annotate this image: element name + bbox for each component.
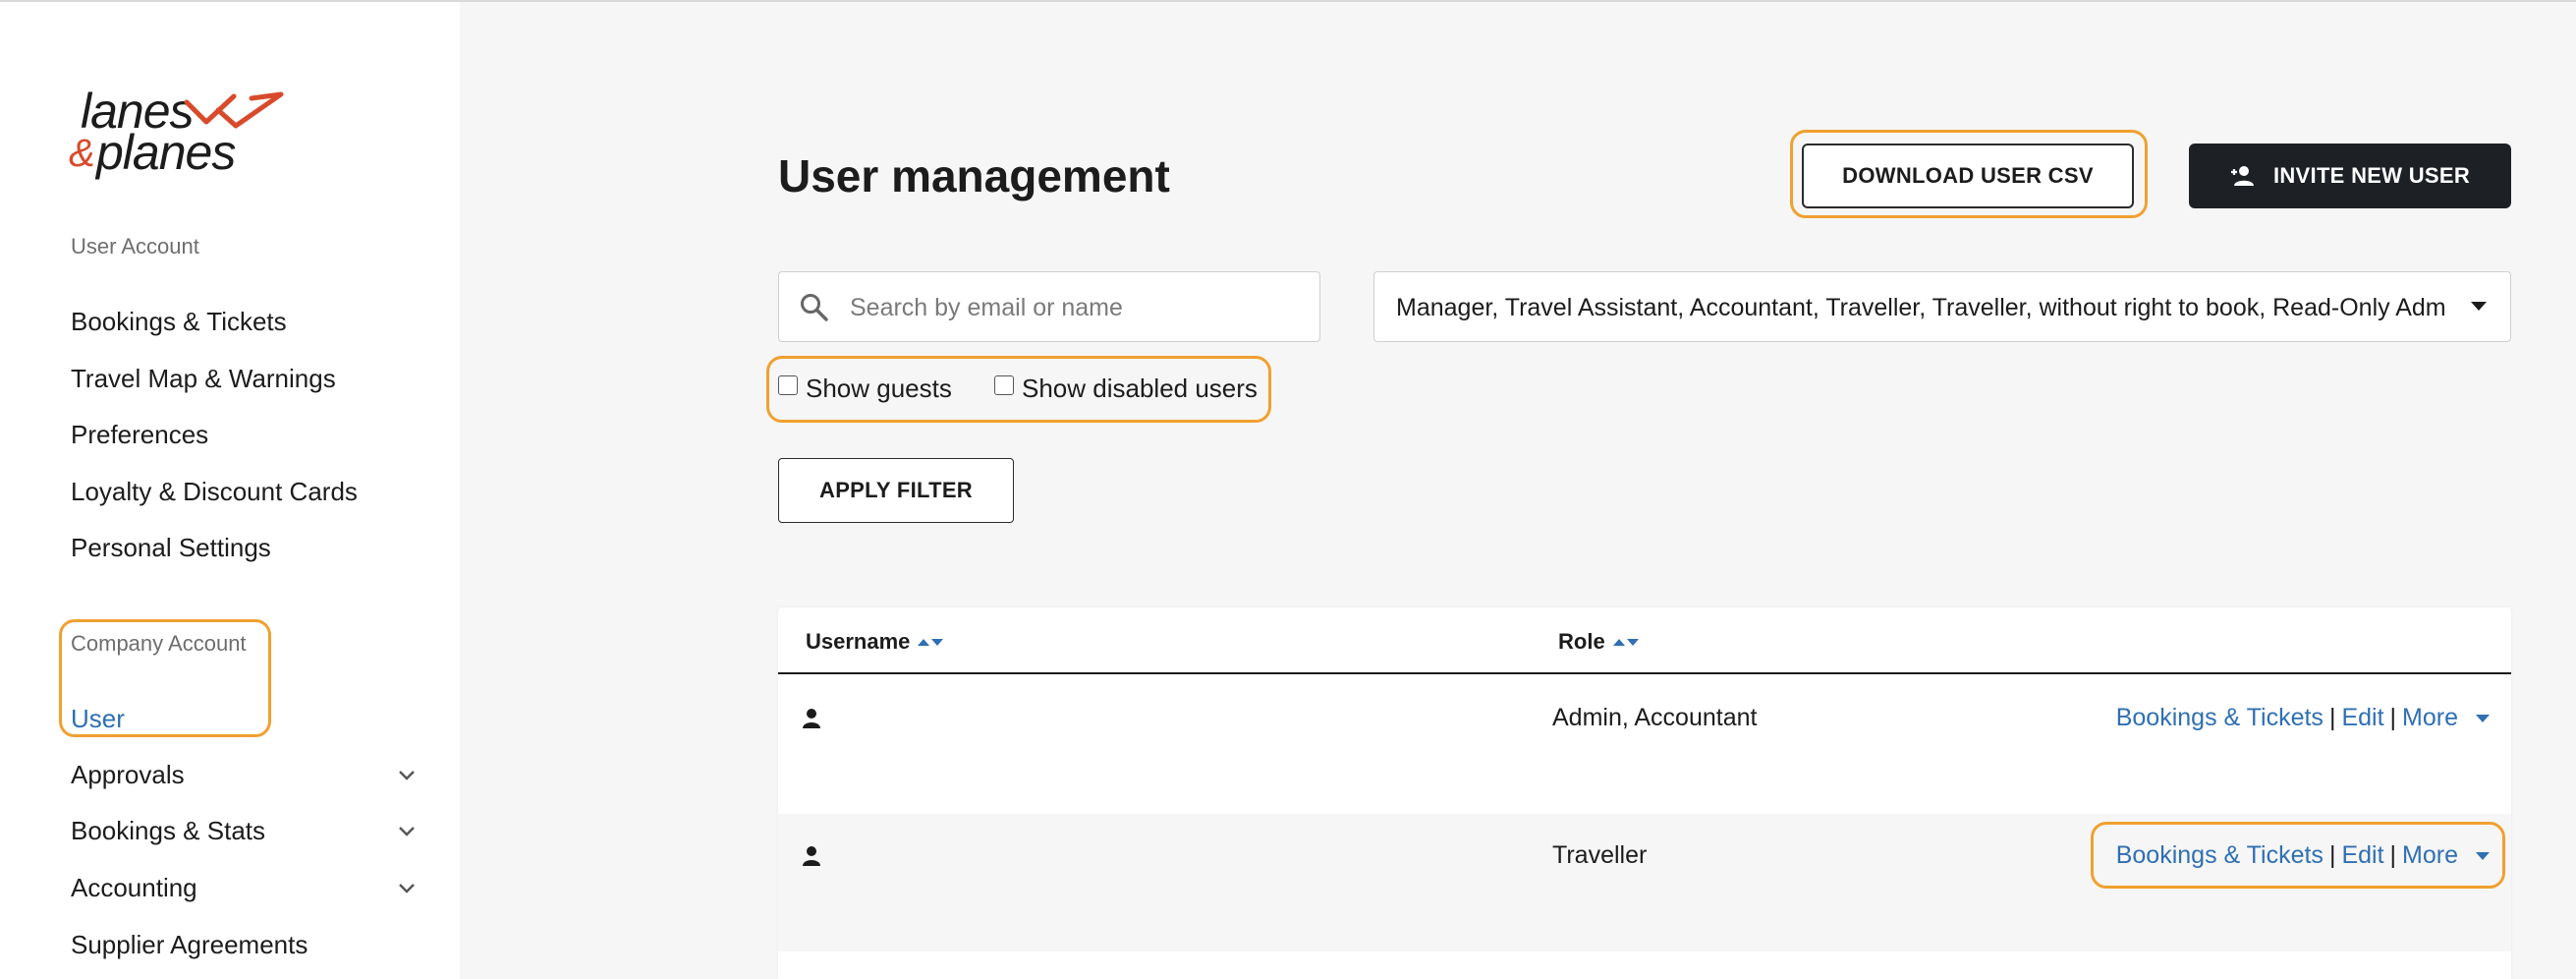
sidebar-item-personal-settings[interactable]: Personal Settings (71, 533, 271, 563)
search-input[interactable] (850, 286, 1302, 329)
person-add-icon (2230, 166, 2254, 186)
sidebar-item-loyalty-cards[interactable]: Loyalty & Discount Cards (71, 477, 358, 507)
column-header-role[interactable]: Role (1558, 629, 1639, 655)
search-box (778, 271, 1320, 342)
more-label: More (2402, 704, 2458, 731)
row-role: Admin, Accountant (1552, 704, 1758, 731)
more-dropdown[interactable]: More (2402, 841, 2490, 870)
row-actions: Bookings & Tickets | Edit | More (2116, 841, 2490, 870)
show-disabled-label: Show disabled users (1022, 374, 1258, 403)
sidebar-item-approvals[interactable]: Approvals (71, 760, 185, 790)
row-actions: Bookings & Tickets | Edit | More (2116, 704, 2490, 732)
sidebar-item-bookings-stats[interactable]: Bookings & Stats (71, 816, 265, 846)
user-icon (803, 846, 820, 866)
column-header-username[interactable]: Username (806, 629, 944, 655)
company-account-heading: Company Account (71, 631, 247, 656)
logo-ampersand: & (69, 132, 95, 175)
apply-filter-button[interactable]: APPLY FILTER (778, 458, 1014, 523)
chevron-down-icon[interactable] (395, 763, 419, 786)
chevron-down-icon[interactable] (395, 819, 419, 842)
plane-icon (184, 91, 284, 129)
sidebar-item-bookings-tickets[interactable]: Bookings & Tickets (71, 307, 287, 337)
sidebar-item-travel-map[interactable]: Travel Map & Warnings (71, 364, 336, 394)
invite-new-user-button[interactable]: INVITE NEW USER (2189, 144, 2511, 208)
logo[interactable]: lanes & planes (67, 83, 303, 191)
page-title: User management (778, 150, 1170, 202)
sort-icon[interactable] (918, 638, 944, 646)
table-row: Traveller Bookings & Tickets | Edit | Mo… (778, 814, 2511, 951)
show-guests-checkbox[interactable]: Show guests (778, 374, 952, 404)
checkbox-box[interactable] (778, 374, 798, 395)
role-filter-select[interactable]: Manager, Travel Assistant, Accountant, T… (1373, 271, 2511, 342)
more-dropdown[interactable]: More (2402, 704, 2490, 732)
caret-down-icon (2476, 851, 2490, 860)
separator: | (2328, 704, 2336, 731)
sidebar-item-accounting[interactable]: Accounting (71, 873, 197, 903)
bookings-tickets-link[interactable]: Bookings & Tickets (2116, 704, 2324, 732)
separator: | (2389, 841, 2397, 869)
table-row: Admin, Accountant Bookings & Tickets | E… (778, 676, 2511, 814)
edit-link[interactable]: Edit (2341, 841, 2383, 870)
separator: | (2328, 841, 2336, 869)
edit-link[interactable]: Edit (2341, 704, 2383, 732)
sidebar-item-user[interactable]: User (71, 704, 125, 734)
chevron-down-icon[interactable] (395, 876, 419, 899)
separator: | (2389, 704, 2397, 731)
role-filter-value: Manager, Travel Assistant, Accountant, T… (1396, 294, 2447, 321)
column-header-role-label: Role (1558, 629, 1605, 654)
show-disabled-users-checkbox[interactable]: Show disabled users (994, 374, 1258, 404)
row-role: Traveller (1552, 841, 1648, 869)
sidebar: lanes & planes User Account Bookings & T… (0, 2, 460, 979)
sort-icon[interactable] (1612, 638, 1639, 646)
sidebar-item-preferences[interactable]: Preferences (71, 420, 208, 450)
column-header-username-label: Username (806, 629, 911, 654)
user-icon (803, 709, 820, 728)
checkbox-box[interactable] (994, 374, 1014, 395)
caret-down-icon (2476, 714, 2490, 722)
show-guests-label: Show guests (806, 374, 952, 403)
invite-button-label: INVITE NEW USER (2272, 163, 2471, 188)
user-table: Username Role Admin, Accountant Bookings… (778, 607, 2511, 979)
sidebar-item-supplier-agreements[interactable]: Supplier Agreements (71, 930, 308, 960)
table-header: Username Role (778, 607, 2511, 674)
search-icon (801, 294, 828, 321)
download-user-csv-button[interactable]: DOWNLOAD USER CSV (1802, 144, 2134, 208)
bookings-tickets-link[interactable]: Bookings & Tickets (2116, 841, 2324, 870)
more-label: More (2402, 841, 2458, 869)
user-account-heading: User Account (71, 234, 199, 259)
caret-down-icon (2471, 302, 2487, 311)
